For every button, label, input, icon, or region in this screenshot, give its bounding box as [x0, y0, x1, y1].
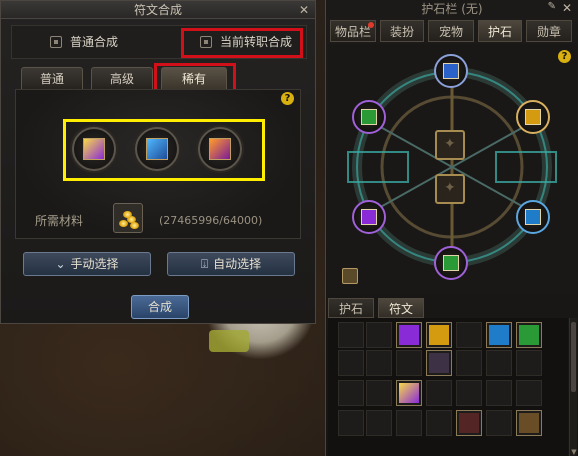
guard-slot-lower-right[interactable]	[516, 200, 550, 234]
tab-rune-list[interactable]: 符文	[378, 298, 424, 318]
inventory-cell[interactable]	[396, 350, 422, 376]
material-row: 所需材料 (27465996/64000)	[35, 203, 295, 237]
tab-normal[interactable]: 普通	[21, 67, 83, 89]
scrollbar-thumb[interactable]	[571, 322, 576, 392]
coin-icon	[130, 222, 139, 229]
inventory-cell[interactable]	[456, 350, 482, 376]
guard-slot-top[interactable]	[434, 54, 468, 88]
tab-inventory-label: 物品栏	[334, 25, 371, 39]
guard-slot-upper-left[interactable]	[352, 100, 386, 134]
guard-slot-bottom[interactable]	[434, 246, 468, 280]
chevron-down-icon: ⌄	[55, 257, 66, 271]
tab-guard-stone-list[interactable]: 护石	[328, 298, 374, 318]
inventory-cell[interactable]	[366, 350, 392, 376]
purple-rune-icon	[361, 209, 377, 225]
green-rune-icon	[443, 255, 459, 271]
inventory-cell[interactable]	[486, 380, 512, 406]
blue-rune-icon	[525, 209, 541, 225]
tab-inventory[interactable]: 物品栏	[330, 20, 376, 42]
inventory-cell[interactable]	[338, 380, 364, 406]
rune-slots-highlight	[63, 119, 265, 181]
close-icon[interactable]: ✕	[299, 1, 309, 19]
auto-select-button[interactable]: ⍗ 自动选择	[167, 252, 295, 276]
inventory-scrollbar[interactable]: ▼	[569, 318, 577, 456]
inventory-cell[interactable]	[366, 322, 392, 348]
tray-icon: ⍗	[200, 257, 209, 271]
inventory-cell[interactable]	[396, 410, 422, 436]
guard-title-bar[interactable]: 护石栏 (无)	[326, 0, 578, 18]
synthesize-button[interactable]: 合成	[131, 295, 189, 319]
pin-icon[interactable]: ✎	[548, 1, 556, 12]
coin-icon	[123, 211, 132, 218]
inventory-cell[interactable]	[456, 380, 482, 406]
guard-stone-slot-lower[interactable]	[435, 174, 465, 204]
green-rune-icon	[519, 325, 539, 345]
inventory-cell[interactable]	[338, 350, 364, 376]
blue-rune-icon	[489, 325, 509, 345]
inventory-cell[interactable]	[516, 410, 542, 436]
class-synthesis-highlight	[181, 28, 303, 58]
inventory-cell[interactable]	[456, 322, 482, 348]
faded-rune-icon	[519, 413, 539, 433]
guard-stone-small-icon[interactable]	[342, 268, 358, 284]
guard-stone-slot-upper[interactable]	[435, 130, 465, 160]
inventory-cell[interactable]	[426, 380, 452, 406]
manual-select-label: 手动选择	[70, 257, 119, 271]
guard-stone-panel: 护石栏 (无) ✎ ✕ 物品栏 装扮 宠物 护石 勋章 ✦ ✦ ? 护石 符文 …	[325, 0, 578, 456]
inventory-cell[interactable]	[486, 350, 512, 376]
inventory-cell[interactable]	[338, 322, 364, 348]
blue-rune-icon	[443, 63, 459, 79]
tab-avatar[interactable]: 装扮	[380, 20, 424, 42]
inventory-cell[interactable]	[426, 350, 452, 376]
manual-select-button[interactable]: ⌄ 手动选择	[23, 252, 151, 276]
purple-rune-icon	[399, 325, 419, 345]
faded-rune-icon	[459, 413, 479, 433]
inventory-cell[interactable]	[516, 350, 542, 376]
material-count: (27465996/64000)	[159, 214, 263, 227]
tab-advanced[interactable]: 高级	[91, 67, 153, 89]
inventory-cell[interactable]	[396, 322, 422, 348]
auto-select-label: 自动选择	[213, 257, 262, 271]
inventory-cell[interactable]	[426, 410, 452, 436]
rune-synthesis-dialog: 符文合成 ✕ 普通合成 当前转职合成 普通 高级 稀有 ? 所需材料 (2746…	[0, 0, 316, 324]
normal-synthesis-option[interactable]: 普通合成	[50, 26, 118, 58]
normal-synthesis-label: 普通合成	[70, 35, 119, 49]
material-label: 所需材料	[35, 214, 84, 228]
inventory-cell[interactable]	[486, 322, 512, 348]
synthesis-title-bar[interactable]: 符文合成 ✕	[1, 1, 315, 19]
synthesis-title: 符文合成	[133, 3, 182, 17]
gold-rune-icon	[399, 383, 419, 403]
tab-pet[interactable]: 宠物	[428, 20, 474, 42]
inventory-cell[interactable]	[338, 410, 364, 436]
gold-rune-icon	[525, 109, 541, 125]
inventory-cell[interactable]	[366, 380, 392, 406]
inventory-cell[interactable]	[366, 410, 392, 436]
guard-slot-upper-right[interactable]	[516, 100, 550, 134]
tab-guard-stone[interactable]: 护石	[478, 20, 522, 42]
tab-medal[interactable]: 勋章	[526, 20, 572, 42]
inventory-cell[interactable]	[516, 322, 542, 348]
guard-slot-lower-left[interactable]	[352, 200, 386, 234]
guard-stone-wheel: ?	[328, 44, 577, 294]
help-icon[interactable]: ?	[558, 50, 571, 63]
inventory-cell[interactable]	[426, 322, 452, 348]
guard-title: 护石栏 (无)	[421, 2, 483, 16]
close-icon[interactable]: ✕	[562, 1, 572, 15]
rune-inventory-grid	[328, 318, 568, 456]
gold-rune-icon	[429, 325, 449, 345]
radio-icon	[50, 36, 62, 48]
faded-rune-icon	[429, 353, 449, 373]
green-rune-icon	[361, 109, 377, 125]
inventory-cell[interactable]	[396, 380, 422, 406]
scroll-down-icon[interactable]: ▼	[570, 448, 578, 456]
gold-material-slot[interactable]	[113, 203, 143, 233]
inventory-cell[interactable]	[516, 380, 542, 406]
inventory-cell[interactable]	[456, 410, 482, 436]
help-icon[interactable]: ?	[281, 92, 294, 105]
new-badge-icon	[368, 22, 374, 28]
inventory-cell[interactable]	[486, 410, 512, 436]
